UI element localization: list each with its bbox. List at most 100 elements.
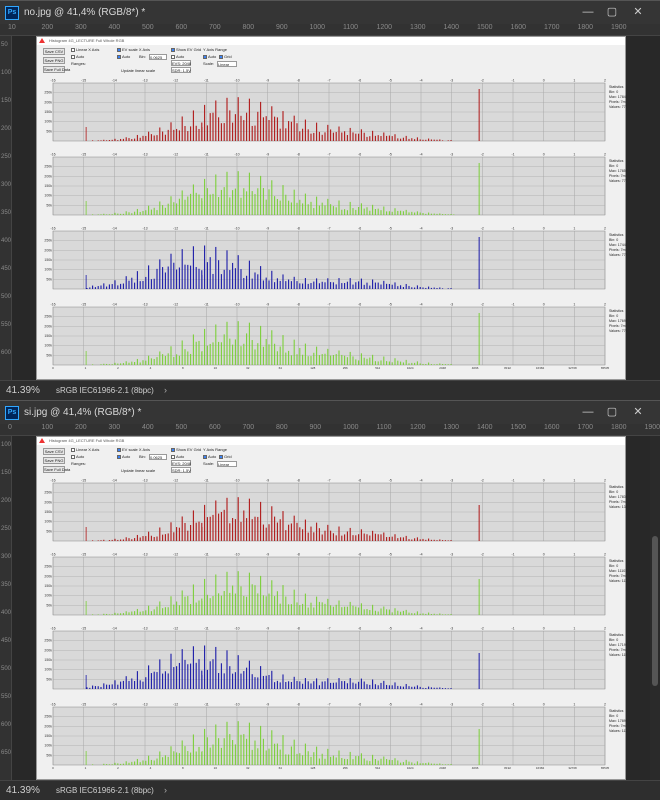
ev-scale-checkbox-box[interactable] (117, 447, 121, 452)
statistics-d: Values: 77690 (609, 329, 627, 333)
ruler-label: 1500 (477, 24, 493, 31)
x-tick-label: 2 (604, 703, 606, 707)
ev-scale-checkbox[interactable]: EV scale X Axis (117, 447, 150, 453)
document-tab-title[interactable]: no.jpg @ 41,4% (RGB/8*) * (24, 7, 145, 18)
x-tick-label: -15 (81, 627, 86, 631)
show-ev-grid-checkbox-box[interactable] (171, 447, 175, 452)
linear-x-axis-checkbox-box[interactable] (71, 47, 75, 52)
scrollbar-thumb[interactable] (652, 536, 658, 686)
y-tick-label: 250k (44, 91, 52, 95)
statistics-c: Pixels: 7m (609, 500, 626, 504)
auto-checkbox-3-box[interactable] (171, 454, 175, 459)
vertical-scrollbar[interactable] (650, 436, 660, 780)
save-full-data-button[interactable]: Save Full Data (43, 66, 70, 73)
save-csv-button[interactable]: Save CSV (43, 48, 65, 55)
maximize-button[interactable]: ▢ (602, 4, 622, 21)
ev-scale-checkbox-box[interactable] (117, 47, 121, 52)
x-tick-label: -7 (327, 79, 330, 83)
x-tick-label: 1 (573, 227, 575, 231)
linear-x-axis-checkbox[interactable]: Linear X Axis (71, 447, 99, 453)
auto-checkbox-2-box[interactable] (117, 454, 121, 459)
evs-field[interactable]: EVS: 2048 (171, 460, 191, 466)
bottom-tick-label: 1024 (407, 366, 414, 370)
statistics-d: Values: 77777 (609, 179, 627, 183)
status-arrow-icon[interactable]: › (164, 385, 167, 395)
auto-checkbox-2[interactable]: Auto (117, 54, 130, 60)
auto-checkbox-3-box[interactable] (171, 54, 175, 59)
save-csv-button[interactable]: Save CSV (43, 448, 65, 455)
auto-checkbox-2[interactable]: Auto (117, 454, 130, 460)
bin-field[interactable]: 0.0625 (149, 454, 167, 460)
ruler-label: 1800 (577, 24, 594, 31)
ruler-label: 800 (242, 24, 255, 31)
ev-scale-checkbox[interactable]: EV scale X Axis (117, 47, 150, 53)
auto-checkbox-3-label: Auto (176, 54, 185, 59)
show-ev-grid-checkbox[interactable]: Show EV Grid (171, 47, 201, 53)
document-tab-title[interactable]: si.jpg @ 41,4% (RGB/8*) * (24, 407, 141, 418)
grid-checkbox[interactable]: Grid (219, 54, 232, 60)
y-tick-label: 100k (44, 120, 52, 124)
zoom-level[interactable]: 41.39% (6, 385, 40, 396)
auto-checkbox-1-box[interactable] (71, 454, 75, 459)
scale-select[interactable]: Linear (217, 61, 237, 67)
auto-checkbox-1-box[interactable] (71, 54, 75, 59)
statistics-t: Statistics (609, 559, 624, 563)
evs-field[interactable]: EVS: 2048 (171, 60, 191, 66)
status-arrow-icon[interactable]: › (164, 785, 167, 795)
close-button[interactable]: ✕ (628, 4, 648, 21)
grid-checkbox[interactable]: Grid (219, 454, 232, 460)
x-tick-label: -15 (81, 303, 86, 307)
show-ev-grid-checkbox[interactable]: Show EV Grid (171, 447, 201, 453)
auto-checkbox-1[interactable]: Auto (71, 454, 84, 460)
x-tick-label: -15 (81, 227, 86, 231)
save-png-button[interactable]: Save PNG (43, 457, 65, 464)
statistics-b: Max: 171998 (609, 643, 627, 647)
save-full-data-button[interactable]: Save Full Data (43, 466, 70, 473)
bottom-tick-label: 2048 (439, 366, 446, 370)
scale-select[interactable]: Linear (217, 461, 237, 467)
minimize-button[interactable]: — (578, 404, 598, 421)
grid-checkbox-box[interactable] (219, 454, 223, 459)
y-auto-checkbox[interactable]: Auto (203, 454, 216, 460)
ruler-label: 1200 (410, 424, 426, 431)
y-tick-label: 100k (44, 268, 52, 272)
ranges-label: Ranges: (71, 61, 86, 66)
x-tick-label: -13 (142, 303, 147, 307)
x-tick-label: 2 (604, 303, 606, 307)
bottom-tick-label: 65535 (601, 366, 610, 370)
y-auto-checkbox-box[interactable] (203, 454, 207, 459)
auto-checkbox-2-box[interactable] (117, 54, 121, 59)
show-ev-grid-checkbox-box[interactable] (171, 47, 175, 52)
x-tick-label: -14 (112, 153, 117, 157)
linear-x-axis-checkbox[interactable]: Linear X Axis (71, 47, 99, 53)
x-tick-label: -4 (419, 227, 422, 231)
auto-checkbox-1[interactable]: Auto (71, 54, 84, 60)
y-auto-checkbox-box[interactable] (203, 54, 207, 59)
close-button[interactable]: ✕ (628, 404, 648, 421)
maximize-button[interactable]: ▢ (602, 404, 622, 421)
minimize-button[interactable]: — (578, 4, 598, 21)
zoom-level[interactable]: 41.39% (6, 785, 40, 796)
x-tick-label: -9 (266, 303, 269, 307)
bottom-tick-label: 1 (85, 366, 87, 370)
bottom-tick-label: 64 (279, 366, 283, 370)
y-tick-label: 150k (44, 258, 52, 262)
photoshop-icon: Ps (5, 406, 19, 420)
y-tick-label: 50k (46, 277, 52, 281)
x-tick-label: -14 (112, 227, 117, 231)
x-tick-label: -1 (511, 479, 514, 483)
y-auto-checkbox[interactable]: Auto (203, 54, 216, 60)
ruler-label: 100 (1, 442, 12, 448)
bin-field[interactable]: 0.0625 (149, 54, 167, 60)
y-tick-label: 50k (46, 753, 52, 757)
vertical-ruler: 100 150 200 250 300 350 400 450 500 550 600 650 (0, 436, 12, 780)
x-tick-label: -1 (511, 153, 514, 157)
ruler-label: 500 (142, 24, 154, 31)
x-tick-label: -4 (419, 627, 422, 631)
sdr-field[interactable]: SDR: 1.5V (171, 467, 191, 473)
x-tick-label: -12 (173, 79, 178, 83)
sdr-field[interactable]: SDR: 1.5V (171, 67, 191, 73)
grid-checkbox-box[interactable] (219, 54, 223, 59)
save-png-button[interactable]: Save PNG (43, 57, 65, 64)
linear-x-axis-checkbox-box[interactable] (71, 447, 75, 452)
